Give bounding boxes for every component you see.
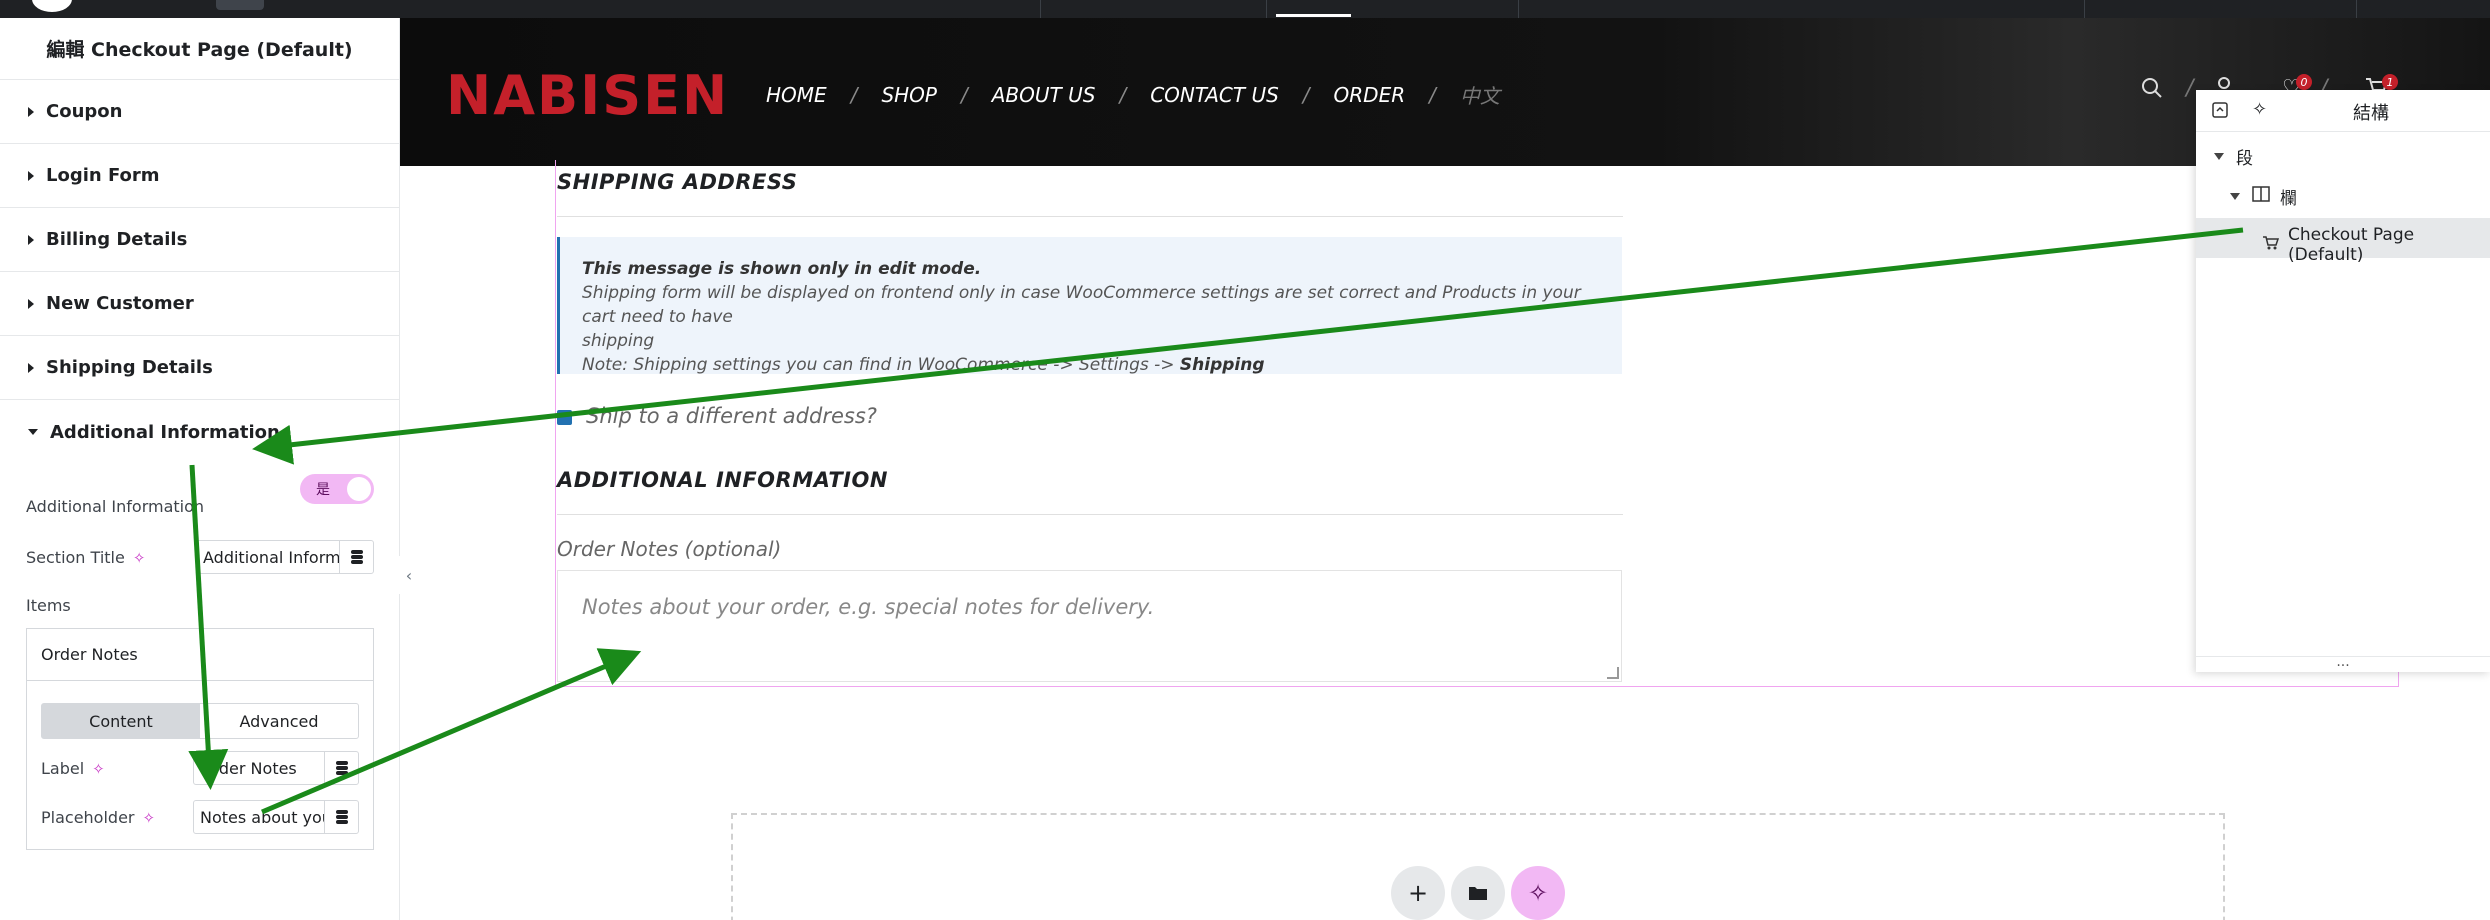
arrow-section-to-label xyxy=(188,464,229,790)
arrow-placeholder-to-textarea xyxy=(261,648,642,815)
arrow-structure-to-section xyxy=(252,227,2244,465)
annotation-arrows xyxy=(188,227,2244,815)
